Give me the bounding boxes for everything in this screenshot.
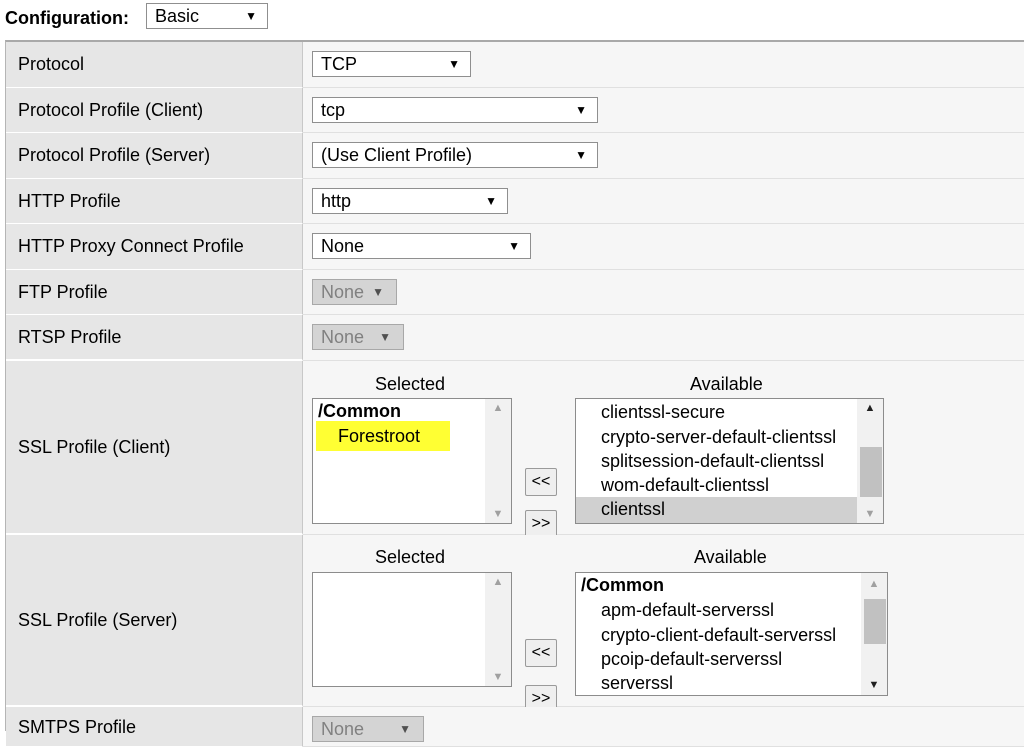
chevron-down-icon: ▼	[575, 103, 587, 117]
list-item[interactable]: apm-default-serverssl	[601, 600, 774, 621]
row-label: HTTP Profile	[6, 179, 303, 224]
row-ssl-client: SSL Profile (Client) Selected Available …	[6, 361, 1024, 538]
list-item[interactable]: splitsession-default-clientssl	[601, 451, 824, 472]
list-item[interactable]: serverssl	[601, 673, 673, 694]
row-rtsp: RTSP Profile None ▼	[6, 315, 1024, 361]
scroll-up-icon[interactable]: ▲	[485, 402, 511, 414]
move-left-button[interactable]: <<	[525, 468, 557, 496]
list-item[interactable]: clientssl	[601, 499, 665, 520]
row-label: Protocol Profile (Server)	[6, 133, 303, 179]
row-label: FTP Profile	[6, 270, 303, 315]
row-protocol: Protocol TCP ▼	[6, 42, 1024, 88]
row-label: SMTPS Profile	[6, 707, 303, 747]
row-http: HTTP Profile http ▼	[6, 179, 1024, 224]
row-ssl-server: SSL Profile (Server) Selected Available …	[6, 535, 1024, 713]
row-label: Protocol Profile (Client)	[6, 88, 303, 133]
http-proxy-value: None	[321, 235, 365, 256]
available-caption: Available	[694, 547, 767, 567]
scrollbar[interactable]: ▲ ▼	[857, 399, 883, 523]
row-protocol-client: Protocol Profile (Client) tcp ▼	[6, 88, 1024, 133]
row-label: RTSP Profile	[6, 315, 303, 361]
ssl-server-selected-list[interactable]: ▲ ▼	[312, 572, 512, 687]
protocol-server-value: (Use Client Profile)	[321, 144, 473, 165]
scrollbar[interactable]: ▲ ▼	[861, 573, 887, 695]
scroll-up-icon[interactable]: ▲	[857, 402, 883, 414]
row-label: SSL Profile (Server)	[6, 535, 303, 707]
protocol-client-select[interactable]: tcp ▼	[312, 97, 598, 123]
ftp-profile-select: None ▼	[312, 279, 397, 305]
row-label: Protocol	[6, 42, 303, 88]
row-http-proxy: HTTP Proxy Connect Profile None ▼	[6, 224, 1024, 270]
row-ftp: FTP Profile None ▼	[6, 270, 1024, 315]
scroll-up-icon[interactable]: ▲	[485, 576, 511, 588]
protocol-value: TCP	[321, 53, 357, 74]
row-protocol-server: Protocol Profile (Server) (Use Client Pr…	[6, 133, 1024, 179]
configuration-select[interactable]: Basic ▼	[146, 3, 268, 29]
ftp-profile-value: None	[321, 281, 365, 302]
selected-caption: Selected	[375, 547, 446, 567]
selected-caption: Selected	[375, 374, 446, 394]
list-group-header: /Common	[581, 575, 664, 595]
scroll-down-icon[interactable]: ▼	[485, 508, 511, 520]
move-left-button[interactable]: <<	[525, 639, 557, 667]
list-item[interactable]: Forestroot	[338, 426, 420, 447]
scrollbar[interactable]: ▲ ▼	[485, 573, 511, 686]
list-item[interactable]: pcoip-default-serverssl	[601, 649, 782, 670]
http-proxy-select[interactable]: None ▼	[312, 233, 531, 259]
scrollbar[interactable]: ▲ ▼	[485, 399, 511, 523]
chevron-down-icon: ▼	[448, 57, 460, 71]
scroll-down-icon[interactable]: ▼	[861, 679, 887, 691]
scroll-down-icon[interactable]: ▼	[857, 508, 883, 520]
chevron-down-icon: ▼	[485, 194, 497, 208]
row-label: SSL Profile (Client)	[6, 361, 303, 535]
scroll-thumb[interactable]	[860, 447, 882, 497]
rtsp-profile-value: None	[321, 326, 365, 347]
chevron-down-icon: ▼	[508, 239, 520, 253]
available-caption: Available	[690, 374, 763, 394]
ssl-client-selected-list[interactable]: /Common Forestroot ▲ ▼	[312, 398, 512, 524]
configuration-label: Configuration:	[5, 8, 129, 28]
move-right-button[interactable]: >>	[525, 510, 557, 538]
list-item[interactable]: clientssl-secure	[601, 402, 725, 423]
chevron-down-icon: ▼	[245, 9, 257, 23]
configuration-value: Basic	[155, 5, 200, 26]
ssl-client-available-list[interactable]: clientssl-secure crypto-server-default-c…	[575, 398, 884, 524]
scroll-down-icon[interactable]: ▼	[485, 671, 511, 683]
rtsp-profile-select: None ▼	[312, 324, 404, 350]
chevron-down-icon: ▼	[399, 722, 411, 736]
scroll-up-icon[interactable]: ▲	[861, 578, 887, 590]
row-label: HTTP Proxy Connect Profile	[6, 224, 303, 270]
list-item[interactable]: crypto-server-default-clientssl	[601, 427, 836, 448]
protocol-server-select[interactable]: (Use Client Profile) ▼	[312, 142, 598, 168]
profile-table: Protocol TCP ▼ Protocol Profile (Client)…	[5, 40, 1024, 747]
row-smtps: SMTPS Profile None ▼	[6, 707, 1024, 747]
list-item[interactable]: crypto-client-default-serverssl	[601, 625, 836, 646]
chevron-down-icon: ▼	[372, 285, 384, 299]
scroll-thumb[interactable]	[864, 599, 886, 644]
http-profile-select[interactable]: http ▼	[312, 188, 508, 214]
ssl-server-available-list[interactable]: /Common apm-default-serverssl crypto-cli…	[575, 572, 888, 696]
smtps-profile-value: None	[321, 718, 365, 739]
protocol-select[interactable]: TCP ▼	[312, 51, 471, 77]
chevron-down-icon: ▼	[379, 330, 391, 344]
list-group-header: /Common	[318, 401, 401, 421]
list-item[interactable]: wom-default-clientssl	[601, 475, 769, 496]
chevron-down-icon: ▼	[575, 148, 587, 162]
protocol-client-value: tcp	[321, 99, 346, 120]
http-profile-value: http	[321, 190, 352, 211]
smtps-profile-select: None ▼	[312, 716, 424, 742]
